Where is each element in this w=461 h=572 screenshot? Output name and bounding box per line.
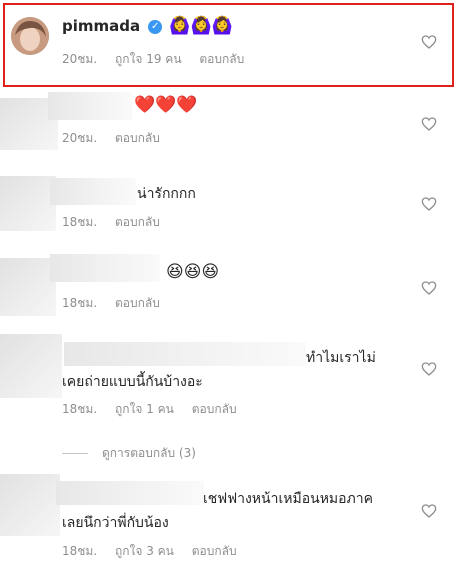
reply-button[interactable]: ตอบกลับ [115,131,160,145]
blurred-username [50,178,136,205]
blurred-avatar [0,334,62,398]
avatar-image [11,17,49,55]
like-button[interactable] [421,503,437,523]
comment-text-line-2: เคยถ่ายแบบนี้กันบ้างอะ [62,374,203,390]
comment-meta: 20ชม. ถูกใจ 19 คน ตอบกลับ [62,50,258,69]
like-count[interactable]: ถูกใจ 3 คน [115,544,174,558]
comment-text: ❤️❤️❤️ [134,95,198,115]
like-button[interactable] [421,280,437,300]
like-count[interactable]: ถูกใจ 1 คน [115,402,174,416]
comment-time: 20ชม. [62,52,98,66]
reply-button[interactable]: ตอบกลับ [192,402,237,416]
heart-outline-icon [421,117,437,131]
comment-time: 18ชม. [62,296,98,310]
like-button[interactable] [421,34,437,54]
like-button[interactable] [421,116,437,136]
like-button[interactable] [421,196,437,216]
blurred-avatar [0,474,60,536]
blurred-avatar [0,176,56,231]
comment-header: pimmada ✓ 🙆‍♀️🙆‍♀️🙆‍♀️ [62,16,233,36]
view-replies-line [62,453,88,454]
comment-meta: 18ชม. ตอบกลับ [62,213,174,232]
comment-text: 😆😆😆 [166,262,220,282]
reply-button[interactable]: ตอบกลับ [199,52,244,66]
reply-button[interactable]: ตอบกลับ [115,296,160,310]
blurred-username [64,342,306,366]
heart-outline-icon [421,281,437,295]
comment-text: 🙆‍♀️🙆‍♀️🙆‍♀️ [169,16,233,36]
comment-meta: 18ชม. ถูกใจ 1 คน ตอบกลับ [62,400,251,419]
comment-meta: 18ชม. ถูกใจ 3 คน ตอบกลับ [62,542,251,561]
view-replies-button[interactable]: ดูการตอบกลับ (3) [62,444,210,463]
heart-outline-icon [421,362,437,376]
comment-time: 18ชม. [62,544,98,558]
reply-button[interactable]: ตอบกลับ [115,215,160,229]
avatar[interactable] [11,17,49,55]
comment-text-line-2: เลยนึกว่าพี่กับน้อง [62,515,169,531]
view-replies-label: ดูการตอบกลับ (3) [102,446,196,460]
comment-text-line-1: เชฟฟางหน้าเหมือนหมอภาค [203,491,374,507]
heart-outline-icon [421,504,437,518]
verified-badge-icon: ✓ [148,19,163,34]
heart-outline-icon [421,197,437,211]
comment-time: 18ชม. [62,402,98,416]
comment-time: 20ชม. [62,131,98,145]
blurred-username [50,254,160,282]
comment-meta: 18ชม. ตอบกลับ [62,294,174,313]
comment-meta: 20ชม. ตอบกลับ [62,129,174,148]
username[interactable]: pimmada [62,17,140,35]
blurred-avatar [0,258,56,316]
like-button[interactable] [421,361,437,381]
comment-text: น่ารักกกก [137,186,196,202]
comment-time: 18ชม. [62,215,98,229]
heart-outline-icon [421,35,437,49]
blurred-username [56,481,204,505]
like-count[interactable]: ถูกใจ 19 คน [115,52,182,66]
reply-button[interactable]: ตอบกลับ [192,544,237,558]
comment-text-line-1: ทำไมเราไม่ [306,350,376,366]
blurred-username [48,92,132,120]
